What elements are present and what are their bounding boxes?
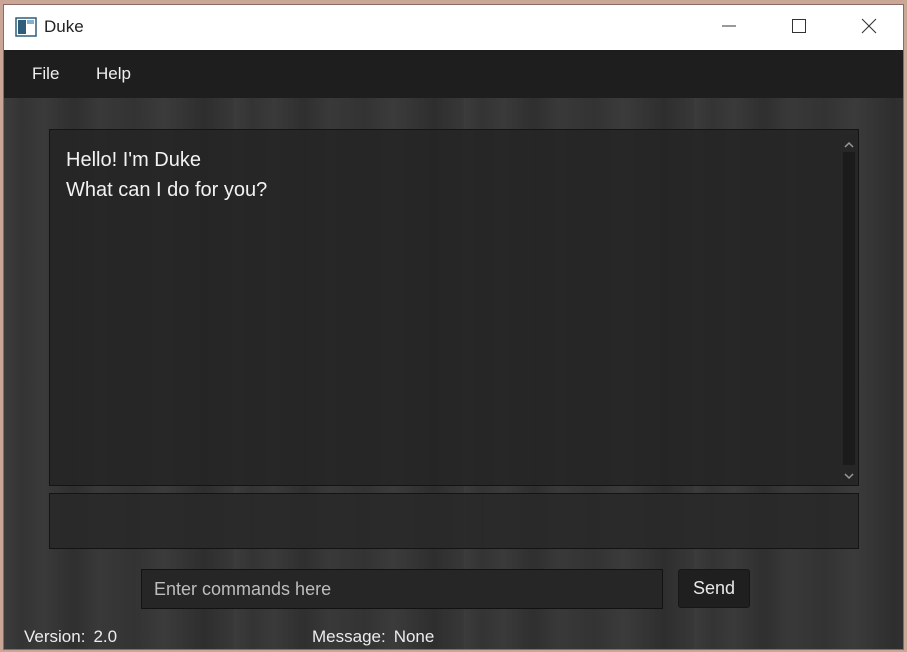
app-window-icon: [15, 17, 37, 37]
scroll-thumb[interactable]: [843, 152, 855, 465]
maximize-icon: [791, 18, 807, 38]
message-value: None: [393, 627, 435, 646]
main-content: Hello! I'm Duke What can I do for you? S…: [4, 98, 903, 649]
message-status: Message: None: [312, 627, 434, 647]
chevron-down-icon: [844, 465, 854, 484]
scroll-down-button[interactable]: [843, 467, 855, 481]
app-window: Duke File Help Hello! I'm Duke What can …: [3, 4, 904, 650]
command-input[interactable]: [141, 569, 663, 609]
chat-log-panel[interactable]: Hello! I'm Duke What can I do for you?: [49, 129, 859, 486]
menu-file[interactable]: File: [32, 64, 59, 84]
version-status: Version: 2.0: [24, 627, 117, 647]
menu-help[interactable]: Help: [96, 64, 131, 84]
output-panel: [49, 493, 859, 549]
version-label: Version:: [24, 627, 86, 646]
window-title: Duke: [44, 17, 84, 36]
minimize-icon: [721, 18, 737, 38]
chevron-up-icon: [844, 134, 854, 153]
send-button[interactable]: Send: [678, 569, 750, 608]
chat-message: Hello! I'm Duke: [66, 149, 201, 171]
close-button[interactable]: [834, 5, 903, 50]
message-label: Message:: [312, 627, 386, 646]
version-value: 2.0: [93, 627, 118, 646]
chat-message: What can I do for you?: [66, 179, 268, 201]
title-bar[interactable]: Duke: [4, 5, 903, 50]
menu-bar: File Help: [4, 50, 903, 98]
close-icon: [861, 18, 877, 38]
chat-scrollbar[interactable]: [842, 134, 856, 483]
scroll-up-button[interactable]: [843, 136, 855, 150]
minimize-button[interactable]: [694, 5, 764, 50]
maximize-button[interactable]: [764, 5, 834, 50]
